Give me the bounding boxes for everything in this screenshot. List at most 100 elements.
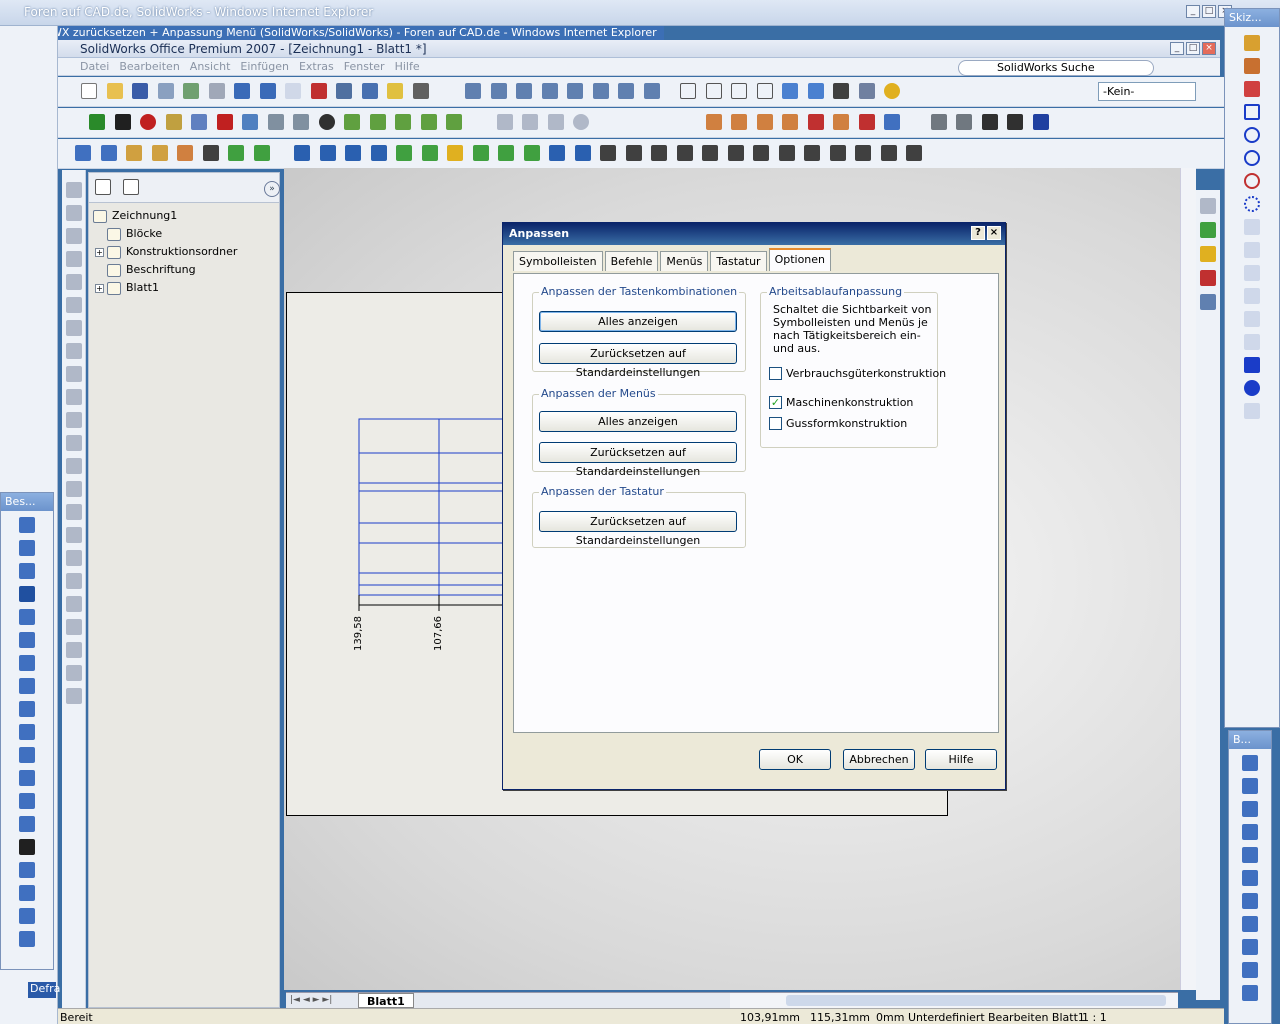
save-icon[interactable]	[132, 83, 148, 99]
ok-button[interactable]: OK	[759, 749, 831, 770]
relation-icon[interactable]	[1242, 962, 1258, 978]
reset-keyboard-button[interactable]: Zurücksetzen auf Standardeinstellungen	[539, 511, 737, 547]
delete-macro-icon[interactable]	[216, 114, 233, 130]
tab-menüs[interactable]: Menüs	[660, 251, 709, 271]
relative-view-icon[interactable]	[65, 343, 82, 359]
bend-table-icon[interactable]	[65, 642, 82, 658]
chamfer-icon[interactable]	[1242, 916, 1258, 932]
smart-dimension-icon[interactable]	[1244, 35, 1260, 51]
table-icon[interactable]	[65, 527, 82, 543]
shaded-edges-icon[interactable]	[756, 83, 773, 99]
shadow-icon[interactable]	[807, 83, 824, 99]
menu-item[interactable]: Fenster	[344, 60, 385, 73]
tree-item[interactable]: Beschriftung	[93, 261, 275, 279]
checkbox-icon[interactable]	[151, 145, 168, 161]
magnetic-line-icon[interactable]	[625, 145, 642, 161]
sketch-icon[interactable]	[1244, 58, 1260, 74]
standard-views-icon[interactable]	[65, 182, 82, 198]
zoom-area-icon[interactable]	[490, 83, 507, 99]
empty-view-icon[interactable]	[65, 389, 82, 405]
datum-target-icon[interactable]	[396, 145, 412, 161]
hdim-icon[interactable]	[1242, 778, 1258, 794]
tab-tastatur[interactable]: Tastatur	[710, 251, 767, 271]
zoom-in-icon[interactable]	[516, 83, 532, 99]
view-icon[interactable]	[361, 83, 378, 99]
sheet-nav-icon[interactable]: |◄ ◄ ► ►|	[290, 995, 332, 1005]
rev-symbol-icon[interactable]	[19, 816, 35, 832]
baseline-dim-icon[interactable]	[727, 145, 744, 161]
properties-tab-icon[interactable]	[122, 179, 139, 195]
dimension-1[interactable]: 139,58	[353, 616, 364, 651]
table-anno-icon[interactable]	[19, 931, 35, 947]
hole-callout-icon[interactable]	[421, 145, 438, 161]
help-icon[interactable]	[387, 83, 403, 99]
geometry-icon[interactable]	[369, 114, 386, 130]
tools-icon[interactable]	[242, 114, 258, 130]
taskbar-item[interactable]: Defra	[28, 982, 60, 998]
note-icon[interactable]	[126, 145, 142, 161]
menu-item[interactable]: Datei	[80, 60, 109, 73]
select-icon[interactable]	[285, 83, 301, 99]
minimize-icon[interactable]: _	[1186, 5, 1200, 18]
expand-icon[interactable]: +	[95, 247, 104, 257]
menu-item[interactable]: Ansicht	[190, 60, 231, 73]
checkbox-icon[interactable]	[769, 367, 782, 380]
rotate-icon[interactable]	[567, 83, 583, 99]
hatch-icon[interactable]	[19, 839, 35, 855]
sketch-view-icon[interactable]	[65, 504, 82, 520]
section-view-icon[interactable]	[782, 114, 798, 130]
design-table-icon[interactable]	[65, 596, 82, 612]
detail-icon[interactable]	[65, 320, 82, 336]
vertical-scrollbar[interactable]	[1180, 168, 1196, 990]
workflow-option-checkbox[interactable]: Verbrauchsgüterkonstruktion	[769, 367, 946, 380]
centerline-icon[interactable]	[1244, 265, 1260, 281]
rectangle-icon[interactable]	[1244, 104, 1260, 120]
group-icon[interactable]	[906, 145, 922, 161]
maximize-icon[interactable]: □	[1186, 42, 1200, 55]
new-icon[interactable]	[81, 83, 97, 99]
spellcheck-icon[interactable]	[75, 145, 91, 161]
cancel-button[interactable]: Abbrechen	[843, 749, 915, 770]
mass-props-icon[interactable]	[293, 114, 309, 130]
minimize-icon[interactable]: _	[1170, 42, 1184, 55]
block-insert-icon[interactable]	[496, 114, 513, 130]
weld-symbol-icon[interactable]	[319, 145, 336, 161]
hole-icon[interactable]	[19, 793, 35, 809]
section-icon[interactable]	[65, 274, 82, 290]
tree-tab-icon[interactable]	[95, 179, 111, 195]
menu-item[interactable]: Hilfe	[395, 60, 420, 73]
tree-root[interactable]: Zeichnung1	[93, 207, 275, 225]
horizontal-scrollbar[interactable]	[730, 992, 1178, 1008]
3d-view-icon[interactable]	[618, 83, 634, 99]
block-save-icon[interactable]	[573, 114, 589, 130]
aux-view-icon[interactable]	[756, 114, 773, 130]
appearance-icon[interactable]	[884, 83, 900, 99]
projected-view-icon[interactable]	[731, 114, 747, 130]
pan-icon[interactable]	[592, 83, 609, 99]
text-icon[interactable]	[1244, 403, 1260, 419]
zoom-out-icon[interactable]	[541, 83, 558, 99]
circle-center-icon[interactable]	[1244, 173, 1260, 189]
block-make-icon[interactable]	[522, 114, 538, 130]
surface-finish-icon[interactable]	[294, 145, 310, 161]
block-explode-icon[interactable]	[547, 114, 564, 130]
realview-icon[interactable]	[833, 83, 849, 99]
line-format-icon[interactable]	[1032, 114, 1049, 130]
crop-view-icon[interactable]	[833, 114, 849, 130]
align-icon[interactable]	[804, 145, 820, 161]
datum-target-anno-icon[interactable]	[19, 770, 35, 786]
line-icon[interactable]	[1244, 81, 1260, 97]
hidden-lines-icon[interactable]	[705, 83, 722, 99]
projected-icon[interactable]	[65, 228, 82, 244]
drawing-view-icon[interactable]	[705, 114, 722, 130]
undo-icon[interactable]	[234, 83, 250, 99]
tab-befehle[interactable]: Befehle	[604, 251, 659, 271]
point-icon[interactable]	[1244, 311, 1260, 327]
line-style-icon[interactable]	[1007, 114, 1023, 130]
show-all-menus-button[interactable]: Alles anzeigen	[539, 411, 737, 432]
show-icon[interactable]	[880, 145, 897, 161]
center-mark-icon[interactable]	[498, 145, 514, 161]
grid-icon[interactable]	[1244, 357, 1260, 373]
baseline-icon[interactable]	[1242, 824, 1258, 840]
dim-icon[interactable]	[19, 517, 35, 533]
